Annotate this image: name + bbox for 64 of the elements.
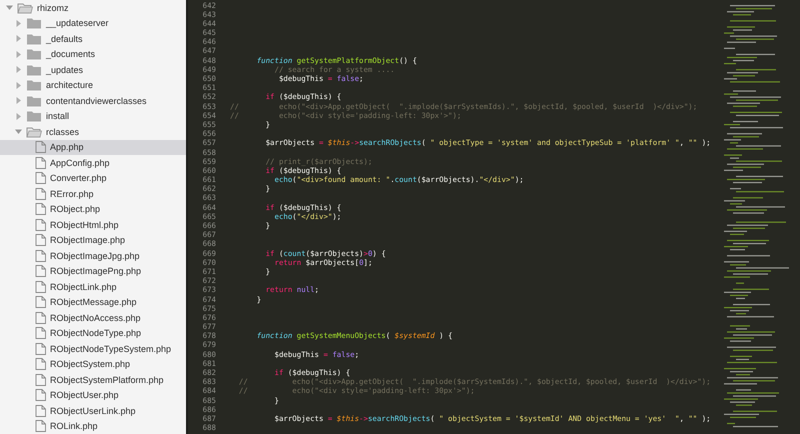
folder-icon (26, 110, 42, 122)
folder-icon (26, 17, 42, 30)
caret-right-icon[interactable] (15, 35, 22, 42)
open-folder-icon (26, 126, 42, 138)
file-tree-item[interactable]: _documents (0, 46, 186, 62)
file-tree-item[interactable]: architecture (0, 78, 186, 93)
file-icon (35, 374, 46, 386)
file-icon (35, 296, 46, 308)
folder-icon (26, 64, 42, 76)
file-tree-item[interactable]: rclasses (0, 124, 186, 140)
file-tree-item[interactable]: _updates (0, 62, 186, 78)
file-tree-item[interactable]: install (0, 108, 186, 124)
caret-right-icon[interactable] (15, 50, 22, 58)
file-tree-item[interactable]: rhizomz (0, 0, 186, 16)
file-icon (35, 280, 46, 293)
file-icon (35, 156, 46, 169)
file-tree-item[interactable]: RObjectNoAccess.php (0, 310, 186, 326)
file-tree-item[interactable]: App.php (0, 140, 186, 155)
file-icon (35, 188, 46, 200)
folder-icon (26, 79, 42, 92)
file-tree-item[interactable]: RError.php (0, 186, 186, 202)
file-tree-item[interactable]: RObjectUser.php (0, 388, 186, 403)
file-tree-item[interactable]: __updateserver (0, 16, 186, 31)
file-icon (35, 250, 46, 262)
folder-icon (26, 94, 42, 107)
file-tree-item[interactable]: RObjectSystemPlatform.php (0, 372, 186, 388)
file-icon (35, 342, 46, 355)
file-icon (35, 141, 46, 154)
file-icon (35, 404, 46, 417)
caret-right-icon[interactable] (15, 82, 22, 89)
file-tree-item[interactable]: RObjectHtml.php (0, 217, 186, 232)
file-icon (35, 203, 46, 216)
file-tree-item[interactable]: RObjectNodeTypeSystem.php (0, 341, 186, 356)
caret-right-icon[interactable] (15, 66, 22, 74)
file-icon (35, 389, 46, 402)
file-tree-item[interactable]: RObjectNodeType.php (0, 326, 186, 341)
file-icon (35, 312, 46, 324)
file-tree-item[interactable]: Converter.php (0, 170, 186, 186)
file-icon (35, 265, 46, 278)
file-icon (35, 420, 46, 432)
file-tree-item[interactable]: RObject.php (0, 202, 186, 217)
file-tree-item[interactable]: RObjectLink.php (0, 279, 186, 294)
caret-right-icon[interactable] (15, 97, 22, 104)
file-tree-item[interactable]: _defaults (0, 31, 186, 46)
file-tree-item[interactable]: RObjectMessage.php (0, 294, 186, 310)
caret-right-icon[interactable] (15, 112, 22, 120)
file-tree-item[interactable]: RObjectImage.php (0, 232, 186, 248)
file-icon (35, 358, 46, 370)
file-icon (35, 327, 46, 340)
caret-down-icon[interactable] (15, 128, 22, 136)
file-tree-item[interactable]: ROLink.php (0, 418, 186, 434)
file-tree-item[interactable]: RObjectImagePng.php (0, 264, 186, 279)
file-tree-item[interactable]: RObjectUserLink.php (0, 403, 186, 418)
file-icon (35, 172, 46, 184)
caret-right-icon[interactable] (15, 20, 22, 27)
file-tree-item[interactable]: RObjectSystem.php (0, 356, 186, 372)
folder-icon (26, 32, 42, 45)
folder-icon (26, 48, 42, 60)
file-icon (35, 218, 46, 231)
file-tree-item[interactable]: RObjectImageJpg.php (0, 248, 186, 264)
file-tree-item[interactable]: AppConfig.php (0, 155, 186, 170)
file-icon (35, 234, 46, 246)
caret-down-icon[interactable] (6, 4, 13, 12)
file-tree-item[interactable]: contentandviewerclasses (0, 93, 186, 108)
